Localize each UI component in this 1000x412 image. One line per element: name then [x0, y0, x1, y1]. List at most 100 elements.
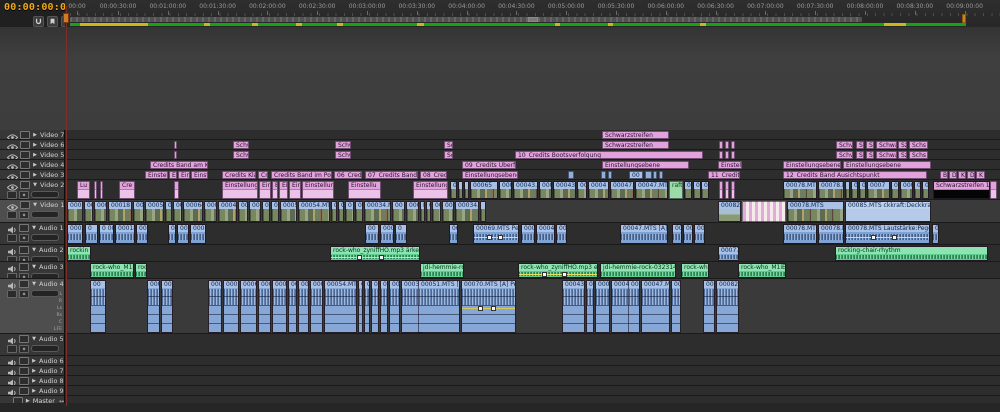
clip-000[interactable]: 000	[204, 201, 217, 222]
clip-00051-mts-a[interactable]: 00051.MTS [A	[418, 280, 460, 333]
clip-00085-mts-ckkraft-deckkraft[interactable]: 00085.MTS ckkraft:Deckkraft ▾	[845, 201, 931, 222]
clip-einste[interactable]: Einste	[191, 171, 208, 179]
clip[interactable]	[464, 181, 469, 199]
clip-00[interactable]: 00	[684, 181, 692, 199]
clip[interactable]	[719, 181, 723, 199]
clip-0[interactable]: 0	[262, 201, 270, 222]
track-header-video-7[interactable]: ▶Video 7	[0, 130, 65, 140]
clip-000[interactable]: 000	[539, 181, 552, 199]
clip[interactable]	[174, 181, 179, 199]
clip-lu[interactable]: Lu	[77, 181, 90, 199]
clip-00069-mts-pegel[interactable]: 00069.MTS Pegel ▾	[473, 224, 519, 244]
clip-schwa[interactable]: Schwa	[233, 141, 249, 149]
clip-s[interactable]: S	[866, 151, 874, 159]
clip-jdi-hemmie-rock[interactable]: jdi-hemmie-rock-	[420, 263, 464, 278]
clip-00047-mts-v[interactable]: 00047.MTS [V]	[635, 181, 668, 199]
clip-000[interactable]: 000	[208, 280, 222, 333]
clip-credits-band-am-kreisel[interactable]: Credits Band am Kreisel	[150, 161, 208, 169]
clip[interactable]	[480, 201, 486, 222]
speaker-icon[interactable]	[7, 356, 17, 366]
clip-00078-m[interactable]: 00078.M	[818, 181, 844, 199]
clip-000[interactable]: 000	[389, 280, 400, 333]
clip[interactable]	[725, 181, 729, 199]
clip-00043[interactable]: 00043.	[513, 181, 538, 199]
keyframe-diamond-icon[interactable]: ◆	[19, 191, 29, 199]
clip-00034-n[interactable]: 00034.N	[455, 201, 479, 222]
clip-0[interactable]: 0	[914, 181, 921, 199]
clip-schs[interactable]: Schs	[909, 151, 928, 159]
clip[interactable]	[608, 171, 612, 179]
keyframe-dot[interactable]	[379, 255, 384, 260]
clip-0[interactable]: 0	[345, 201, 354, 222]
clip-einst[interactable]: Einst	[178, 171, 190, 179]
clip-09-credits-berfall-e[interactable]: 09_Credits Überfall E	[462, 161, 516, 169]
track-collapse-collapsed-icon[interactable]: ▶	[32, 152, 38, 158]
clip-0[interactable]: 0	[891, 181, 899, 199]
clip-ei[interactable]: Ei	[272, 181, 278, 199]
track-header-video-6[interactable]: ▶Video 6	[0, 140, 65, 150]
clip-0004[interactable]: 0004	[595, 280, 610, 333]
clip-000[interactable]: 000	[406, 201, 419, 222]
clip-000[interactable]: 000	[249, 201, 261, 222]
track-collapse-expanded-icon[interactable]: ▼	[31, 336, 37, 342]
clip[interactable]	[725, 151, 729, 159]
clip-000[interactable]: 000	[133, 201, 144, 222]
clip-0[interactable]: 0	[395, 224, 407, 244]
clip-07-credits-band-an[interactable]: 07_Credits Band an	[365, 171, 418, 179]
track-lock-toggle[interactable]	[19, 335, 29, 343]
clip-0-00[interactable]: 0 00	[99, 224, 114, 244]
clip-cr[interactable]: Cr	[258, 171, 268, 179]
track-lock-toggle[interactable]	[19, 263, 29, 271]
clip-e[interactable]: E	[420, 201, 425, 222]
clip-rock-who-zyniffho-mp3-rke-pegel[interactable]: rock-who_zyniffHO.mp3 ärke:Pegel ▾	[330, 246, 420, 261]
track-header-audio-2[interactable]: ▼Audio 2◆	[0, 245, 65, 262]
clip-00043[interactable]: 00043	[553, 181, 576, 199]
clip-00[interactable]: 00	[165, 201, 172, 222]
clip[interactable]	[719, 141, 723, 149]
clip-000[interactable]: 000	[499, 181, 512, 199]
clip[interactable]	[458, 181, 463, 199]
clip-00047-mts-a-el[interactable]: 00047.MTS [A] el ▾	[620, 224, 668, 244]
show-keyframes-icon[interactable]	[7, 234, 17, 242]
track-lock-toggle[interactable]	[20, 181, 30, 189]
keyframe-dot[interactable]	[892, 235, 897, 240]
clip-schwa[interactable]: Schwa	[876, 141, 897, 149]
clip-00[interactable]: 00	[671, 280, 681, 333]
clip-einstellungsebene[interactable]: Einstellungsebene	[783, 161, 841, 169]
track-collapse-expanded-icon[interactable]: ▼	[31, 225, 37, 231]
playhead-line[interactable]	[66, 6, 67, 406]
track-collapse-expanded-icon[interactable]: ▼	[31, 281, 37, 287]
track-collapse-collapsed-icon[interactable]: ▶	[31, 378, 37, 384]
clip-d[interactable]: D	[967, 171, 975, 179]
track-header-audio-7[interactable]: ▶Audio 7	[0, 366, 65, 376]
clip-schv[interactable]: Schv	[836, 151, 853, 159]
clip-00[interactable]: 00	[298, 280, 309, 333]
clip-einstellungsebe[interactable]: Einstellungsebe	[222, 181, 258, 199]
clip-06-cred[interactable]: 06_Cred	[334, 171, 362, 179]
clip-cre[interactable]: Cre	[119, 181, 135, 199]
track-header-video-4[interactable]: ▶Video 4	[0, 160, 65, 170]
track-lock-toggle[interactable]	[19, 387, 29, 395]
track-header-audio-4[interactable]: ▼Audio 4◆LRLsRsCLFE	[0, 279, 65, 334]
keyframe-dot[interactable]	[478, 306, 483, 311]
track-lock-toggle[interactable]	[19, 280, 29, 288]
clip-00078-m[interactable]: 00078.M	[818, 224, 844, 244]
clip-000[interactable]: 000	[701, 181, 709, 199]
clip[interactable]	[742, 201, 786, 222]
clip[interactable]	[731, 181, 735, 199]
clip-00043[interactable]: 00043	[562, 280, 585, 333]
clip-00082-n[interactable]: 00082.N	[716, 280, 739, 333]
clip-0004[interactable]: 0004	[588, 181, 609, 199]
track-header-video-1[interactable]: ▼Video 1◆	[0, 200, 65, 223]
clip[interactable]	[990, 181, 997, 199]
clip-00064[interactable]: 00064	[190, 224, 206, 244]
clip-00034-mts[interactable]: 00034.MTS	[364, 201, 391, 222]
keyframe-dot[interactable]	[562, 272, 567, 277]
clip[interactable]	[174, 141, 177, 149]
clip-rockin[interactable]: rockin	[67, 246, 91, 261]
clip-einstellu[interactable]: Einstellu	[348, 181, 381, 199]
clip-schs[interactable]: Schs	[909, 141, 928, 149]
clip-000[interactable]: 000	[900, 181, 913, 199]
clip[interactable]	[731, 151, 735, 159]
keyframe-diamond-icon[interactable]: ◆	[19, 234, 29, 242]
